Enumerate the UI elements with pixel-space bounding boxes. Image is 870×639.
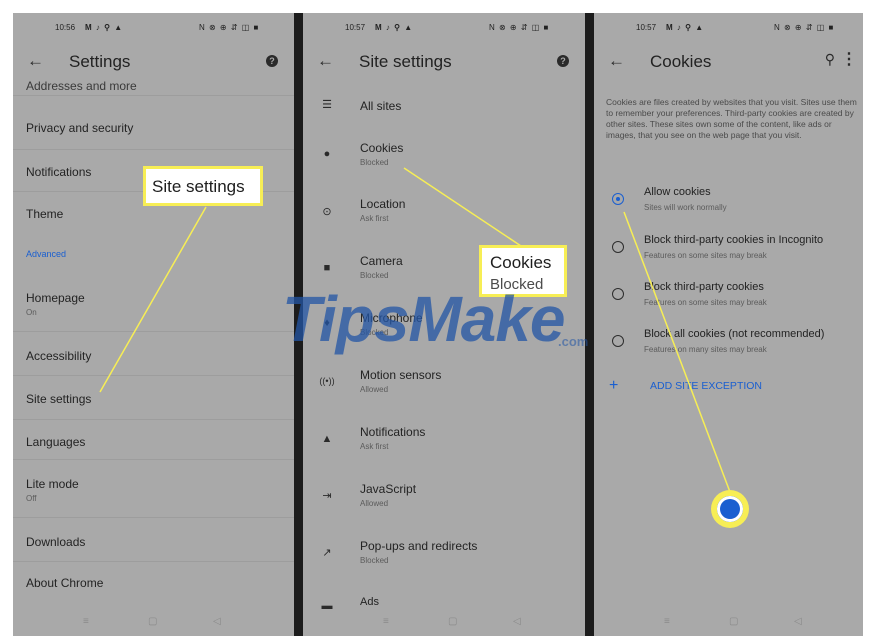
- watermark-suffix: .com: [558, 334, 589, 349]
- site-settings-callout: Site settings: [143, 166, 263, 206]
- leader-line-cookies: [403, 167, 525, 249]
- selected-radio-highlight-icon: [711, 490, 749, 528]
- leader-line-site-settings: [99, 206, 207, 393]
- callout-title: Cookies: [490, 253, 552, 272]
- watermark-text: TipsMake: [282, 283, 565, 355]
- callout-label: Site settings: [152, 177, 245, 196]
- leader-line-allow: [623, 211, 731, 493]
